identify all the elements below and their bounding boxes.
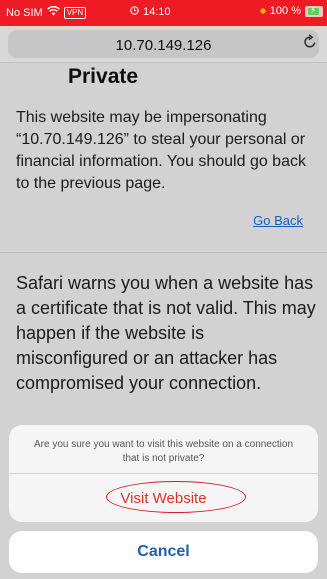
vpn-badge: VPN: [63, 6, 87, 19]
battery-percent: 100 %: [269, 5, 301, 17]
cancel-button[interactable]: Cancel: [9, 531, 318, 573]
dot-icon: [260, 5, 266, 17]
phone-screen: No SIM VPN 14:10 100 % ⚡ 10.70.149.126 P…: [0, 0, 327, 579]
status-time: 14:10: [143, 6, 171, 18]
action-sheet: Are you sure you want to visit this webs…: [9, 425, 318, 522]
battery-icon: ⚡: [305, 4, 323, 17]
charging-bolt-icon: ⚡: [310, 4, 317, 15]
status-bar: No SIM VPN 14:10 100 % ⚡: [0, 0, 327, 26]
status-right: 100 % ⚡: [260, 5, 323, 17]
status-center: 14:10: [130, 6, 171, 18]
status-left: No SIM VPN: [6, 6, 87, 19]
wifi-icon: [46, 6, 60, 19]
visit-highlight-ellipse: [106, 481, 246, 513]
clock-icon: [130, 6, 139, 18]
sheet-message: Are you sure you want to visit this webs…: [33, 439, 294, 464]
carrier-label: No SIM: [6, 6, 43, 19]
